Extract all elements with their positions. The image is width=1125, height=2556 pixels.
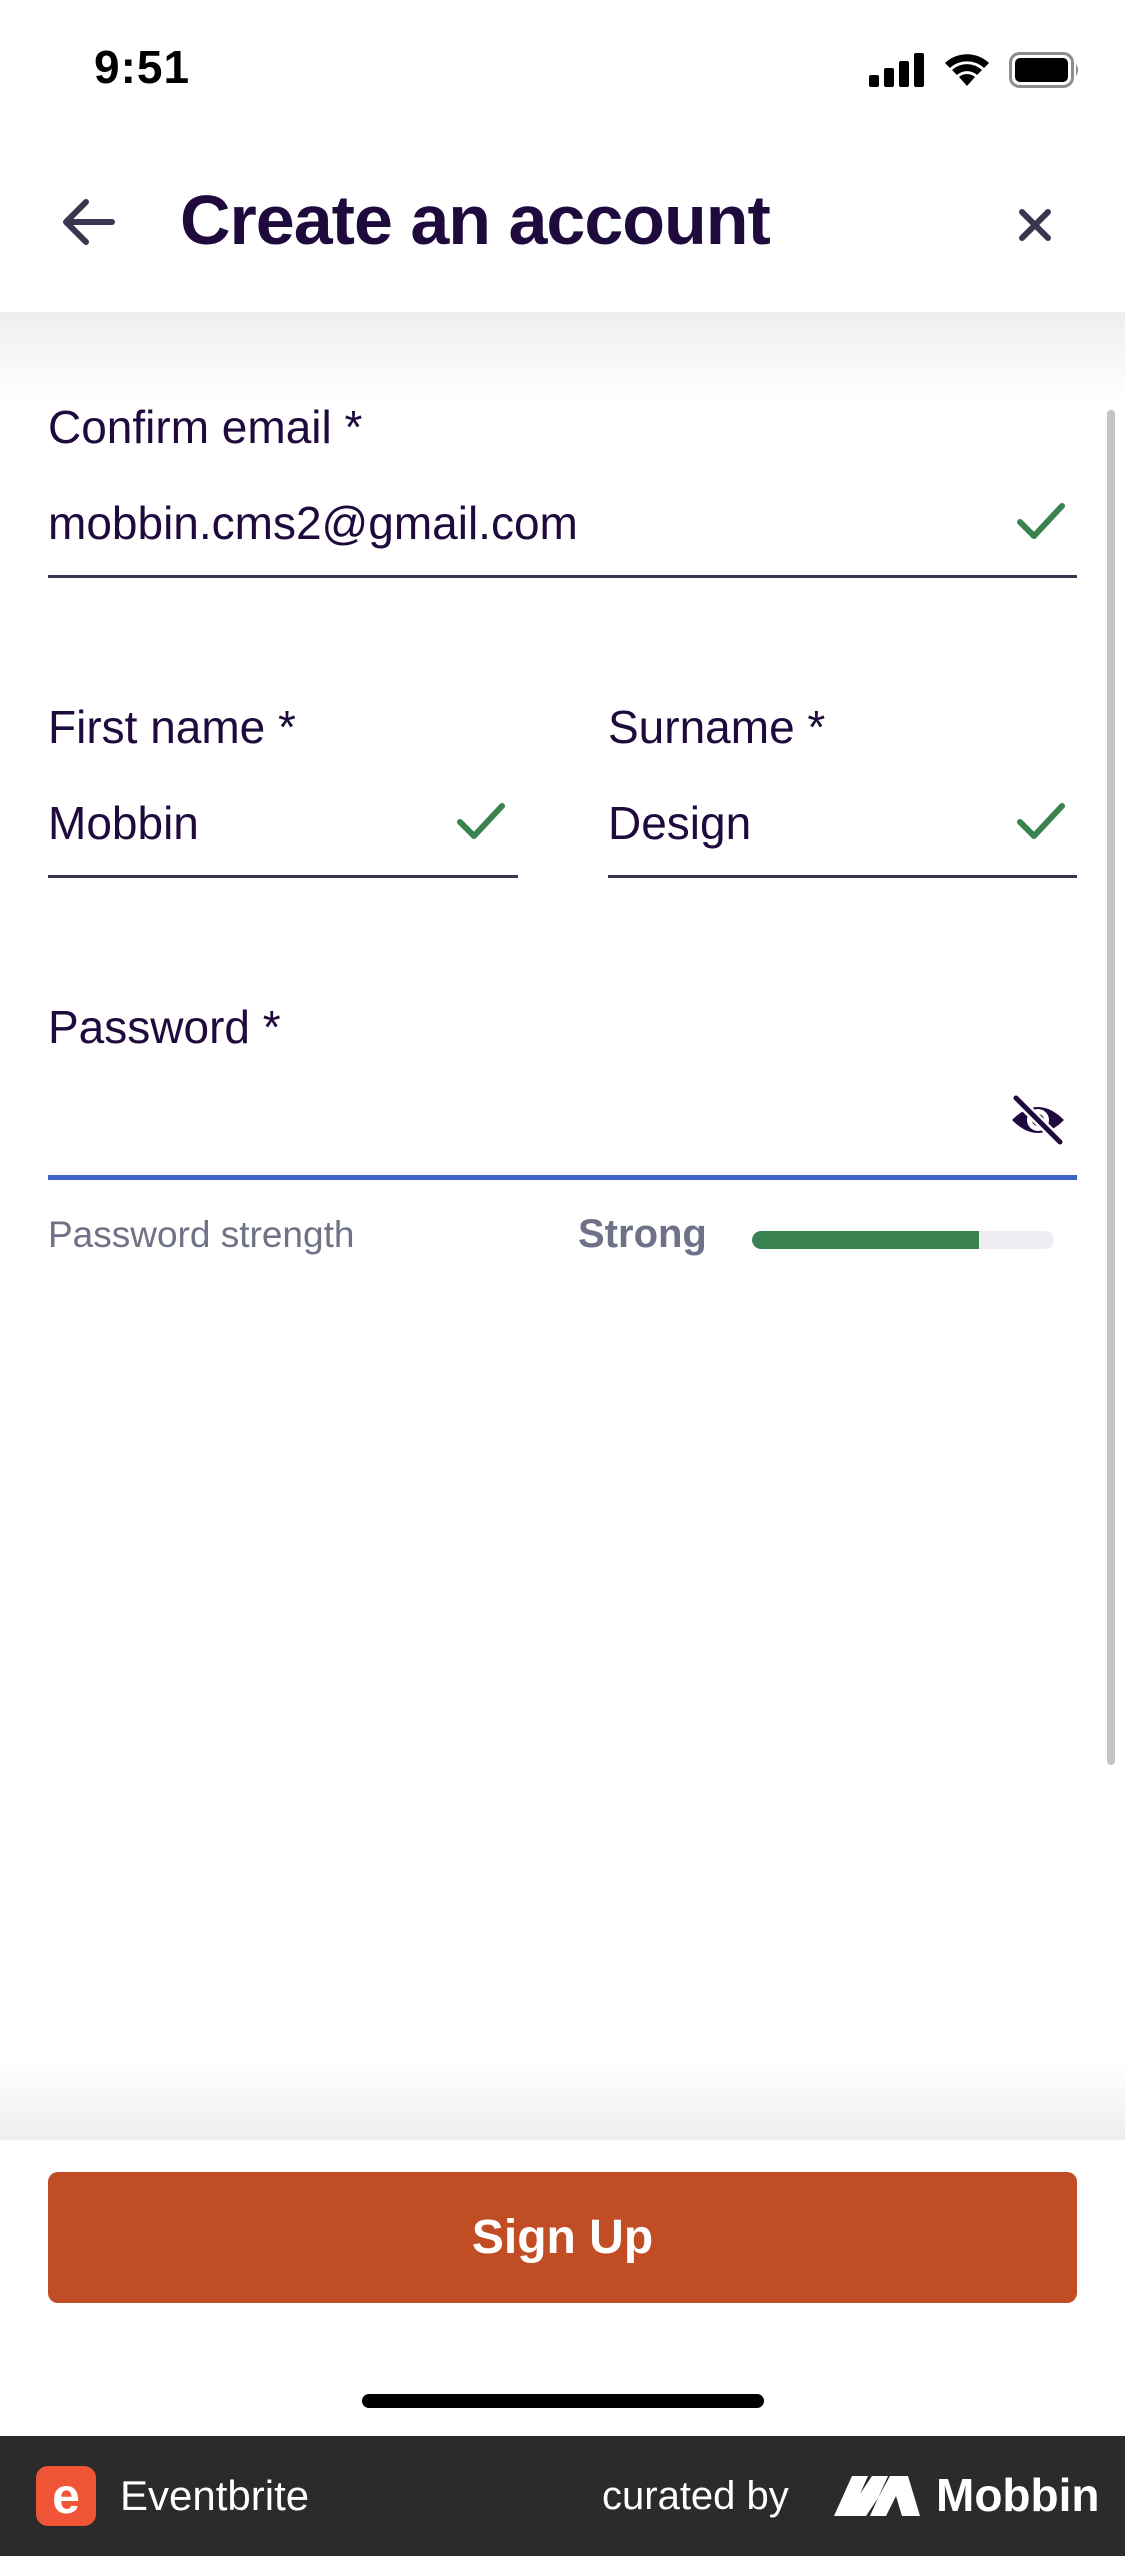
password-strength-bar [752, 1231, 1054, 1249]
confirm-email-underline [48, 575, 1077, 578]
close-icon [1019, 209, 1051, 241]
surname-label: Surname * [608, 701, 826, 753]
password-label: Password * [48, 1001, 281, 1053]
password-field[interactable] [48, 1096, 968, 1152]
mobbin-logo-icon [834, 2476, 920, 2516]
password-strength-value: Strong [578, 1212, 707, 1256]
close-button[interactable] [1010, 200, 1060, 250]
first-name-label: First name * [48, 701, 296, 753]
back-button[interactable] [56, 190, 120, 254]
eye-slash-icon [1011, 1093, 1065, 1147]
check-icon [1017, 803, 1065, 839]
footer-bar: e Eventbrite curated by Mobbin [0, 2436, 1125, 2556]
content-top-shadow [0, 312, 1125, 402]
scrollbar[interactable] [1107, 410, 1115, 1765]
eventbrite-logo-icon: e [36, 2466, 96, 2526]
cellular-signal-icon [869, 53, 924, 87]
surname-underline [608, 875, 1077, 878]
password-underline-focused [48, 1175, 1077, 1180]
sign-up-button[interactable]: Sign Up [48, 2172, 1077, 2303]
first-name-field[interactable]: Mobbin [48, 796, 199, 850]
wifi-icon [945, 54, 989, 86]
footer-brand-name: Eventbrite [120, 2472, 310, 2519]
password-visibility-toggle[interactable] [1008, 1090, 1068, 1150]
content-bottom-shadow [0, 2060, 1125, 2140]
page-title: Create an account [180, 181, 771, 259]
check-icon [1017, 503, 1065, 539]
arrow-left-icon [63, 199, 115, 245]
status-icons [869, 50, 1081, 90]
footer-curator-name: Mobbin [936, 2469, 1100, 2521]
footer-curated-by: curated by [602, 2474, 789, 2518]
first-name-underline [48, 875, 518, 878]
status-time: 9:51 [94, 41, 191, 93]
home-indicator [362, 2394, 764, 2408]
battery-icon [1009, 52, 1078, 88]
password-strength-fill [752, 1231, 979, 1249]
confirm-email-field[interactable]: mobbin.cms2@gmail.com [48, 496, 578, 550]
password-strength-label: Password strength [48, 1214, 355, 1255]
confirm-email-label: Confirm email * [48, 401, 363, 453]
surname-field[interactable]: Design [608, 796, 751, 850]
check-icon [457, 803, 505, 839]
